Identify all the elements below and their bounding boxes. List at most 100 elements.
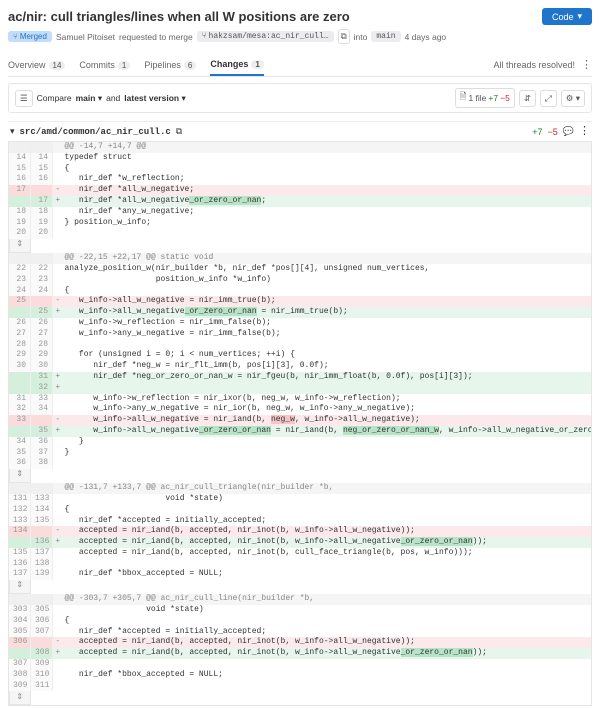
diff-code[interactable]: { [63,505,592,516]
diff-code[interactable] [63,559,592,570]
old-lineno[interactable]: 22 [9,264,31,275]
copy-branch-icon[interactable]: ⧉ [338,29,350,44]
old-lineno[interactable]: 27 [9,329,31,340]
new-lineno[interactable]: 32 [31,383,53,394]
new-lineno[interactable]: 309 [31,659,53,670]
expand-context-button[interactable]: ⇕ [9,691,31,705]
tab-commits[interactable]: Commits1 [79,54,130,76]
new-lineno[interactable] [31,483,53,494]
diff-code[interactable]: accepted = nir_iand(b, accepted, nir_ino… [63,648,592,659]
diff-code[interactable]: w_info->all_w_negative = nir_iand(b, neg… [63,415,592,426]
new-lineno[interactable]: 36 [31,437,53,448]
new-lineno[interactable]: 307 [31,627,53,638]
tab-pipelines[interactable]: Pipelines6 [144,54,196,76]
chevron-down-icon[interactable]: ▾ [10,126,15,137]
new-lineno[interactable]: 20 [31,228,53,239]
new-lineno[interactable] [31,526,53,537]
old-lineno[interactable] [9,383,31,394]
new-lineno[interactable]: 16 [31,174,53,185]
old-lineno[interactable]: 306 [9,637,31,648]
old-lineno[interactable]: 29 [9,350,31,361]
file-comment-icon[interactable]: 💬 [563,126,574,137]
diff-code[interactable]: nir_def *neg_or_zero_or_nan_w = nir_fgeu… [63,372,592,383]
old-lineno[interactable] [9,253,31,264]
file-summary[interactable]: 🗎 1 file +7 −5 [455,88,515,108]
diff-code[interactable] [63,228,592,239]
new-lineno[interactable]: 33 [31,394,53,405]
diff-code[interactable] [63,458,592,469]
diff-code[interactable]: w_info->all_w_negative_or_zero_or_nan = … [63,307,592,318]
diff-code[interactable]: nir_def *accepted = initially_accepted; [63,627,592,638]
expand-context-button[interactable]: ⇕ [9,239,31,253]
compare-base-select[interactable]: main ▾ [76,93,103,104]
expand-context-button[interactable]: ⇕ [9,469,31,483]
diff-code[interactable]: nir_def *all_w_negative; [63,185,592,196]
diff-code[interactable]: for (unsigned i = 0; i < num_vertices; +… [63,350,592,361]
diff-code[interactable]: } [63,437,592,448]
old-lineno[interactable]: 131 [9,494,31,505]
new-lineno[interactable]: 306 [31,616,53,627]
old-lineno[interactable] [9,307,31,318]
diff-code[interactable]: void *state) [63,494,592,505]
old-lineno[interactable]: 16 [9,174,31,185]
diff-code[interactable]: nir_def *bbox_accepted = NULL; [63,569,592,580]
new-lineno[interactable]: 17 [31,196,53,207]
new-lineno[interactable] [31,594,53,605]
new-lineno[interactable]: 311 [31,681,53,692]
diff-code[interactable]: w_info->w_reflection = nir_ixor(b, neg_w… [63,394,592,405]
new-lineno[interactable]: 29 [31,350,53,361]
new-lineno[interactable]: 137 [31,548,53,559]
new-lineno[interactable]: 38 [31,458,53,469]
new-lineno[interactable]: 30 [31,361,53,372]
diff-code[interactable]: accepted = nir_iand(b, accepted, nir_ino… [63,637,592,648]
old-lineno[interactable] [9,483,31,494]
file-tree-toggle-icon[interactable]: ☰ [15,90,33,107]
diff-code[interactable]: nir_def *neg_w = nir_flt_imm(b, pos[i][3… [63,361,592,372]
old-lineno[interactable]: 33 [9,415,31,426]
settings-button[interactable]: ⚙ ▾ [561,90,585,107]
old-lineno[interactable]: 303 [9,605,31,616]
new-lineno[interactable]: 35 [31,426,53,437]
old-lineno[interactable]: 308 [9,670,31,681]
target-branch-chip[interactable]: main [371,31,400,42]
new-lineno[interactable]: 23 [31,275,53,286]
new-lineno[interactable]: 139 [31,569,53,580]
new-lineno[interactable]: 27 [31,329,53,340]
file-kebab-icon[interactable]: ⋮ [579,126,590,137]
old-lineno[interactable]: 135 [9,548,31,559]
new-lineno[interactable]: 133 [31,494,53,505]
new-lineno[interactable]: 24 [31,286,53,297]
old-lineno[interactable] [9,537,31,548]
old-lineno[interactable]: 30 [9,361,31,372]
old-lineno[interactable]: 24 [9,286,31,297]
new-lineno[interactable]: 138 [31,559,53,570]
old-lineno[interactable]: 32 [9,404,31,415]
old-lineno[interactable]: 23 [9,275,31,286]
diff-code[interactable]: position_w_info *w_info) [63,275,592,286]
diff-code[interactable]: analyze_position_w(nir_builder *b, nir_d… [63,264,592,275]
diff-code[interactable]: typedef struct [63,153,592,164]
new-lineno[interactable]: 31 [31,372,53,383]
expand-button[interactable]: ⤢ [540,90,557,107]
diff-code[interactable]: accepted = nir_iand(b, accepted, nir_ino… [63,548,592,559]
source-branch-chip[interactable]: ⑂ hakzsam/mesa:ac_nir_cull… [197,31,334,42]
new-lineno[interactable]: 310 [31,670,53,681]
code-button[interactable]: Code ▾ [542,8,592,25]
old-lineno[interactable] [9,648,31,659]
diff-code[interactable]: w_info->all_w_negative = nir_imm_true(b)… [63,296,592,307]
diff-code[interactable]: w_info->w_reflection = nir_imm_false(b); [63,318,592,329]
old-lineno[interactable]: 19 [9,218,31,229]
tab-overview[interactable]: Overview14 [8,54,65,76]
new-lineno[interactable]: 34 [31,404,53,415]
new-lineno[interactable]: 26 [31,318,53,329]
new-lineno[interactable] [31,296,53,307]
new-lineno[interactable]: 14 [31,153,53,164]
new-lineno[interactable]: 15 [31,164,53,175]
copy-path-icon[interactable]: ⧉ [176,126,182,137]
old-lineno[interactable]: 18 [9,207,31,218]
diff-code[interactable]: w_info->all_w_negative_or_zero_or_nan = … [63,426,592,437]
new-lineno[interactable]: 134 [31,505,53,516]
new-lineno[interactable]: 308 [31,648,53,659]
diff-code[interactable]: { [63,286,592,297]
new-lineno[interactable]: 28 [31,340,53,351]
